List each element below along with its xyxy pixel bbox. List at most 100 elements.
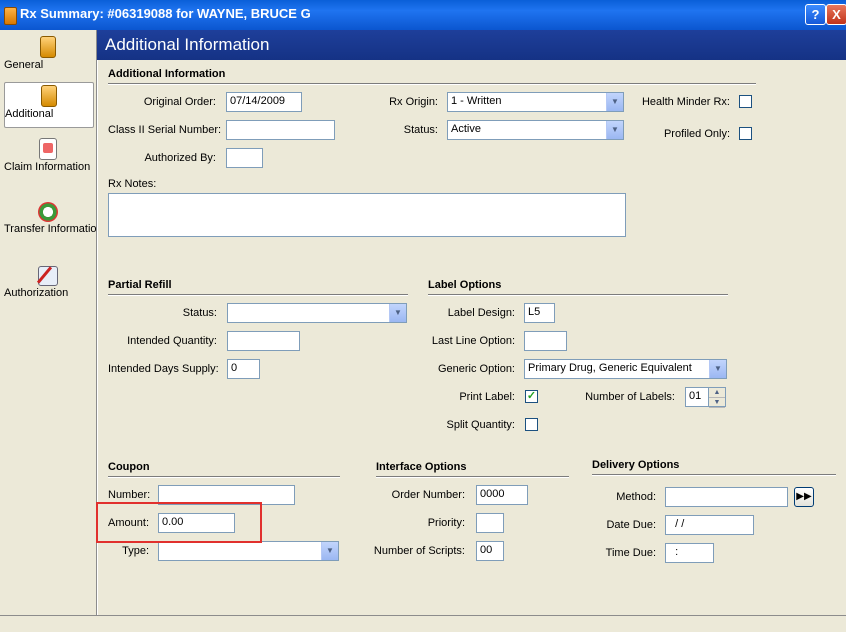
order-number-label: Order Number: xyxy=(391,489,465,501)
form-area: Additional Information Original Order: 0… xyxy=(96,60,846,615)
profiled-only-checkbox[interactable] xyxy=(739,127,752,140)
section-title-interface-options: Interface Options xyxy=(376,461,467,473)
authorization-pen-icon xyxy=(38,266,58,286)
status-value: Active xyxy=(451,123,481,135)
section-title-label-options: Label Options xyxy=(428,279,502,291)
spin-up-icon[interactable]: ▲ xyxy=(709,388,725,398)
sidebar-item-label: Transfer Information xyxy=(4,223,103,235)
original-order-label: Original Order: xyxy=(143,96,216,108)
partial-status-label: Status: xyxy=(182,307,217,319)
order-number-field[interactable]: 0000 xyxy=(476,485,528,505)
intended-quantity-label: Intended Quantity: xyxy=(127,335,217,347)
section-divider xyxy=(108,476,340,478)
coupon-number-label: Number: xyxy=(108,489,151,501)
generic-option-label: Generic Option: xyxy=(437,363,515,375)
sidebar-item-label: Authorization xyxy=(4,287,69,299)
original-order-field[interactable]: 07/14/2009 xyxy=(226,92,302,112)
main-panel: Additional Information Additional Inform… xyxy=(96,30,846,615)
page-header: Additional Information xyxy=(97,30,846,60)
rx-notes-label: Rx Notes: xyxy=(108,178,157,190)
chevron-down-icon[interactable]: ▼ xyxy=(709,360,726,378)
print-label-label: Print Label: xyxy=(459,391,515,403)
class2-serial-label: Class II Serial Number: xyxy=(108,124,222,136)
spin-down-icon[interactable]: ▼ xyxy=(709,398,725,408)
section-title-partial-refill: Partial Refill xyxy=(108,279,172,291)
time-due-field[interactable]: : xyxy=(665,543,714,563)
intended-days-label: Intended Days Supply: xyxy=(108,363,219,375)
number-of-scripts-field[interactable]: 00 xyxy=(476,541,504,561)
number-of-labels-spinner[interactable]: ▲ ▼ xyxy=(708,387,726,408)
rx-notes-textarea[interactable] xyxy=(108,193,626,237)
page-title: Additional Information xyxy=(105,35,270,54)
pill-bottle-icon xyxy=(4,7,17,25)
chevron-down-icon[interactable]: ▼ xyxy=(606,93,623,111)
window-title: Rx Summary: #06319088 for WAYNE, BRUCE G xyxy=(20,6,311,21)
print-label-checkbox[interactable]: ✓ xyxy=(525,390,538,403)
rx-origin-label: Rx Origin: xyxy=(389,96,438,108)
chevron-down-icon[interactable]: ▼ xyxy=(321,542,338,560)
date-due-field[interactable]: / / xyxy=(665,515,754,535)
amount-highlight-box xyxy=(96,502,262,543)
sidebar-item-label: Claim Information xyxy=(4,161,91,173)
section-title-additional-info: Additional Information xyxy=(108,68,226,80)
sidebar-item-transfer-information[interactable]: Transfer Information xyxy=(4,200,103,252)
transfer-arrows-icon xyxy=(38,202,58,222)
time-due-label: Time Due: xyxy=(605,547,656,559)
section-title-coupon: Coupon xyxy=(108,461,150,473)
intended-quantity-field[interactable] xyxy=(227,331,300,351)
sidebar: General Additional Claim Information Tra… xyxy=(0,30,103,615)
status-label: Status: xyxy=(403,124,438,136)
last-line-option-label: Last Line Option: xyxy=(431,335,515,347)
close-button[interactable]: X xyxy=(826,4,846,25)
section-divider xyxy=(592,474,836,476)
label-design-label: Label Design: xyxy=(447,307,515,319)
sidebar-item-claim-information[interactable]: Claim Information xyxy=(4,136,92,188)
method-field[interactable] xyxy=(665,487,788,507)
status-bar xyxy=(0,615,846,632)
section-divider xyxy=(108,83,756,85)
method-label: Method: xyxy=(616,491,656,503)
chevron-down-icon[interactable]: ▼ xyxy=(389,304,406,322)
date-due-label: Date Due: xyxy=(606,519,656,531)
health-minder-checkbox[interactable] xyxy=(739,95,752,108)
health-minder-label: Health Minder Rx: xyxy=(641,96,730,108)
split-quantity-label: Split Quantity: xyxy=(446,419,515,431)
pill-bottle-document-icon xyxy=(41,85,57,107)
sidebar-item-label: Additional xyxy=(5,108,54,120)
chevron-down-icon[interactable]: ▼ xyxy=(606,121,623,139)
number-of-scripts-label: Number of Scripts: xyxy=(373,545,465,557)
pill-bottle-icon xyxy=(40,36,56,58)
label-design-field[interactable]: L5 xyxy=(524,303,555,323)
partial-status-select[interactable]: ▼ xyxy=(227,303,407,323)
class2-serial-field[interactable] xyxy=(226,120,335,140)
section-divider xyxy=(108,294,408,296)
intended-days-field[interactable]: 0 xyxy=(227,359,260,379)
claim-document-icon xyxy=(39,138,57,160)
section-title-delivery-options: Delivery Options xyxy=(592,459,680,471)
rx-origin-value: 1 - Written xyxy=(451,95,502,107)
coupon-type-select[interactable]: ▼ xyxy=(158,541,339,561)
status-select[interactable]: Active ▼ xyxy=(447,120,624,140)
generic-option-value: Primary Drug, Generic Equivalent xyxy=(528,362,692,374)
priority-label: Priority: xyxy=(427,517,465,529)
last-line-option-field[interactable] xyxy=(524,331,567,351)
section-divider xyxy=(376,476,569,478)
generic-option-select[interactable]: Primary Drug, Generic Equivalent ▼ xyxy=(524,359,727,379)
priority-field[interactable] xyxy=(476,513,504,533)
rx-origin-select[interactable]: 1 - Written ▼ xyxy=(447,92,624,112)
window-titlebar: Rx Summary: #06319088 for WAYNE, BRUCE G… xyxy=(0,0,846,30)
section-divider xyxy=(428,294,728,296)
profiled-only-label: Profiled Only: xyxy=(663,128,730,140)
sidebar-item-label: General xyxy=(4,59,44,71)
coupon-type-label: Type: xyxy=(122,545,149,557)
split-quantity-checkbox[interactable] xyxy=(525,418,538,431)
number-of-labels-label: Number of Labels: xyxy=(585,391,675,403)
sidebar-item-additional[interactable]: Additional xyxy=(4,82,94,128)
authorized-by-field[interactable] xyxy=(226,148,263,168)
method-lookup-button[interactable]: ▶▶ xyxy=(794,487,814,507)
number-of-labels-field[interactable]: 01 xyxy=(685,387,709,407)
sidebar-item-authorization[interactable]: Authorization xyxy=(4,264,92,304)
help-button[interactable]: ? xyxy=(805,4,826,25)
sidebar-item-general[interactable]: General xyxy=(4,34,92,76)
authorized-by-label: Authorized By: xyxy=(144,152,216,164)
